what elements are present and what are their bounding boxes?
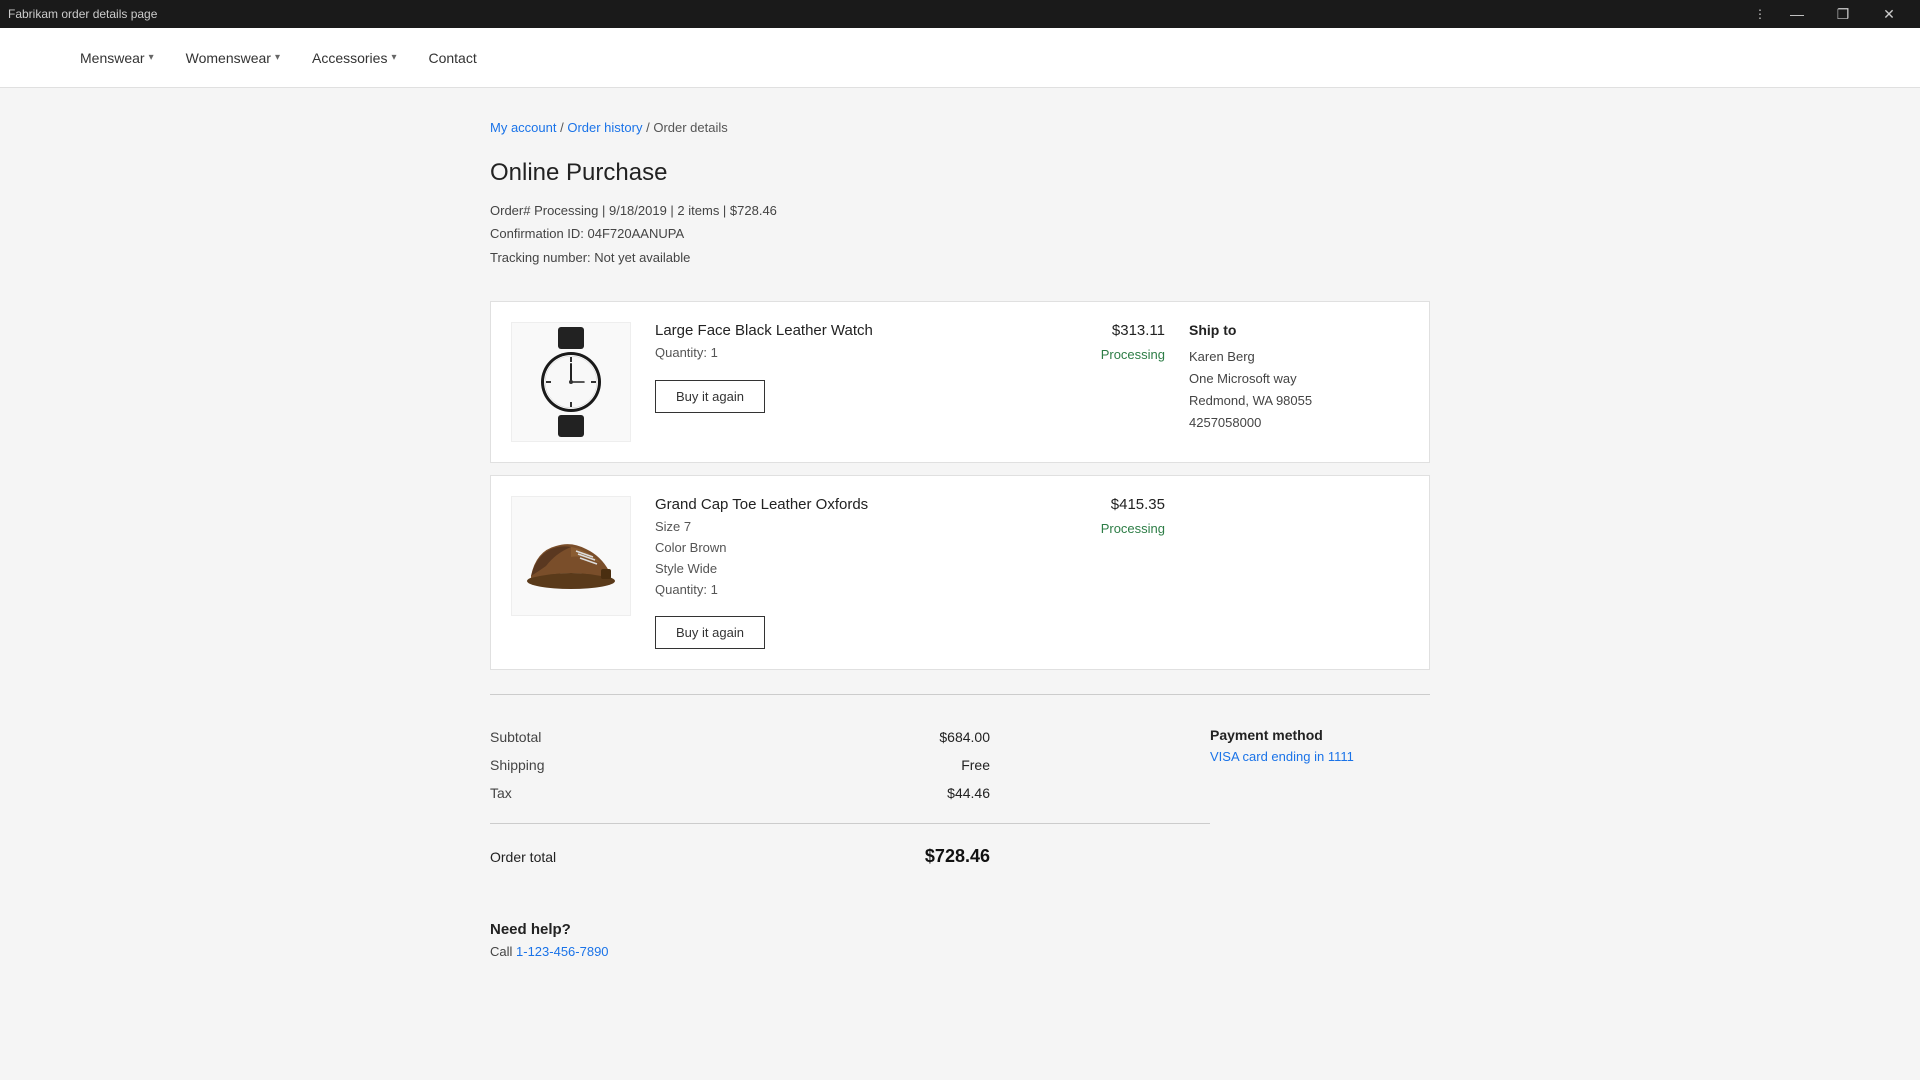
page-wrapper: Menswear ▾ Womenswear ▾ Accessories ▾ Co… [0, 28, 1920, 1080]
tax-label: Tax [490, 785, 690, 801]
shipping-label: Shipping [490, 757, 690, 773]
tax-value: $44.46 [690, 785, 1210, 801]
help-section: Need help? Call 1-123-456-7890 [490, 905, 1430, 959]
item-image-shoe [511, 496, 631, 616]
help-phone-link[interactable]: 1-123-456-7890 [516, 944, 609, 959]
nav-contact[interactable]: Contact [428, 42, 476, 74]
item-quantity: Quantity: 1 [655, 580, 981, 601]
total-value: $728.46 [690, 846, 1210, 867]
order-item: Large Face Black Leather Watch Quantity:… [490, 301, 1430, 463]
nav-womenswear[interactable]: Womenswear ▾ [186, 42, 280, 74]
help-title: Need help? [490, 921, 1430, 938]
item-status: Processing [1005, 347, 1165, 362]
summary-divider [490, 823, 1210, 824]
buy-again-button[interactable]: Buy it again [655, 380, 765, 413]
item-quantity: Quantity: 1 [655, 343, 981, 364]
order-meta: Order# Processing | 9/18/2019 | 2 items … [490, 199, 1430, 269]
help-text: Call 1-123-456-7890 [490, 944, 1430, 959]
summary-shipping-row: Shipping Free [490, 751, 1210, 779]
item-details-watch: Large Face Black Leather Watch Quantity:… [655, 322, 981, 413]
shipping-value: Free [690, 757, 1210, 773]
breadcrumb-current: Order details [653, 120, 727, 135]
payment-value: VISA card ending in 1111 [1210, 749, 1430, 764]
breadcrumb: My account / Order history / Order detai… [490, 120, 1430, 135]
window-title: Fabrikam order details page [8, 7, 1746, 21]
item-status: Processing [1005, 521, 1165, 536]
summary-lines: Subtotal $684.00 Shipping Free Tax $44.4… [490, 723, 1210, 873]
payment-label: Payment method [1210, 727, 1430, 743]
page-title: Online Purchase [490, 159, 1430, 187]
title-bar: Fabrikam order details page ⋮ — ❐ ✕ [0, 0, 1920, 28]
nav-contact-label: Contact [428, 50, 476, 66]
ship-to-label: Ship to [1189, 322, 1409, 338]
subtotal-value: $684.00 [690, 729, 1210, 745]
nav-womenswear-label: Womenswear [186, 50, 271, 66]
order-summary: Subtotal $684.00 Shipping Free Tax $44.4… [490, 694, 1430, 873]
nav-menswear-label: Menswear [80, 50, 145, 66]
chevron-down-icon: ▾ [275, 52, 280, 63]
item-size: Size 7 [655, 517, 981, 538]
nav-accessories-label: Accessories [312, 50, 387, 66]
chevron-down-icon: ▾ [149, 52, 154, 63]
nav-accessories[interactable]: Accessories ▾ [312, 42, 397, 74]
item-price: $313.11 [1005, 322, 1165, 339]
item-details-shoe: Grand Cap Toe Leather Oxfords Size 7 Col… [655, 496, 981, 649]
ship-to-section: Ship to Karen Berg One Microsoft way Red… [1189, 322, 1409, 434]
minimize-button[interactable]: — [1774, 0, 1820, 28]
item-style: Style Wide [655, 559, 981, 580]
summary-total-row: Order total $728.46 [490, 840, 1210, 873]
item-price-col-watch: $313.11 Processing [1005, 322, 1165, 362]
ship-phone: 4257058000 [1189, 412, 1409, 434]
subtotal-label: Subtotal [490, 729, 690, 745]
ship-to-details: Karen Berg One Microsoft way Redmond, WA… [1189, 346, 1409, 434]
ship-name: Karen Berg [1189, 346, 1409, 368]
window-controls: ⋮ — ❐ ✕ [1746, 0, 1912, 28]
summary-subtotal-row: Subtotal $684.00 [490, 723, 1210, 751]
restore-button[interactable]: ❐ [1820, 0, 1866, 28]
item-price: $415.35 [1005, 496, 1165, 513]
total-label: Order total [490, 849, 690, 865]
nav-menswear[interactable]: Menswear ▾ [80, 42, 154, 74]
item-price-col-shoe: $415.35 Processing [1005, 496, 1165, 536]
main-nav: Menswear ▾ Womenswear ▾ Accessories ▾ Co… [0, 28, 1920, 88]
item-name: Grand Cap Toe Leather Oxfords [655, 496, 981, 513]
ship-address1: One Microsoft way [1189, 368, 1409, 390]
item-image-watch [511, 322, 631, 442]
buy-again-button[interactable]: Buy it again [655, 616, 765, 649]
item-name: Large Face Black Leather Watch [655, 322, 981, 339]
chevron-down-icon: ▾ [391, 52, 396, 63]
order-meta-line3: Tracking number: Not yet available [490, 246, 1430, 269]
menu-icon[interactable]: ⋮ [1746, 0, 1774, 28]
payment-info: Payment method VISA card ending in 1111 [1210, 723, 1430, 764]
payment-card-text: VISA card ending in [1210, 749, 1328, 764]
order-meta-line2: Confirmation ID: 04F720AANUPA [490, 222, 1430, 245]
close-button[interactable]: ✕ [1866, 0, 1912, 28]
item-color: Color Brown [655, 538, 981, 559]
help-call-text: Call [490, 944, 516, 959]
order-items: Large Face Black Leather Watch Quantity:… [490, 301, 1430, 670]
main-content: My account / Order history / Order detai… [410, 88, 1510, 991]
order-item: Grand Cap Toe Leather Oxfords Size 7 Col… [490, 475, 1430, 670]
summary-with-payment: Subtotal $684.00 Shipping Free Tax $44.4… [490, 723, 1430, 873]
breadcrumb-my-account[interactable]: My account [490, 120, 556, 135]
payment-card-end: 1111 [1328, 749, 1354, 764]
order-meta-line1: Order# Processing | 9/18/2019 | 2 items … [490, 199, 1430, 222]
ship-address2: Redmond, WA 98055 [1189, 390, 1409, 412]
summary-tax-row: Tax $44.46 [490, 779, 1210, 807]
breadcrumb-order-history[interactable]: Order history [567, 120, 642, 135]
